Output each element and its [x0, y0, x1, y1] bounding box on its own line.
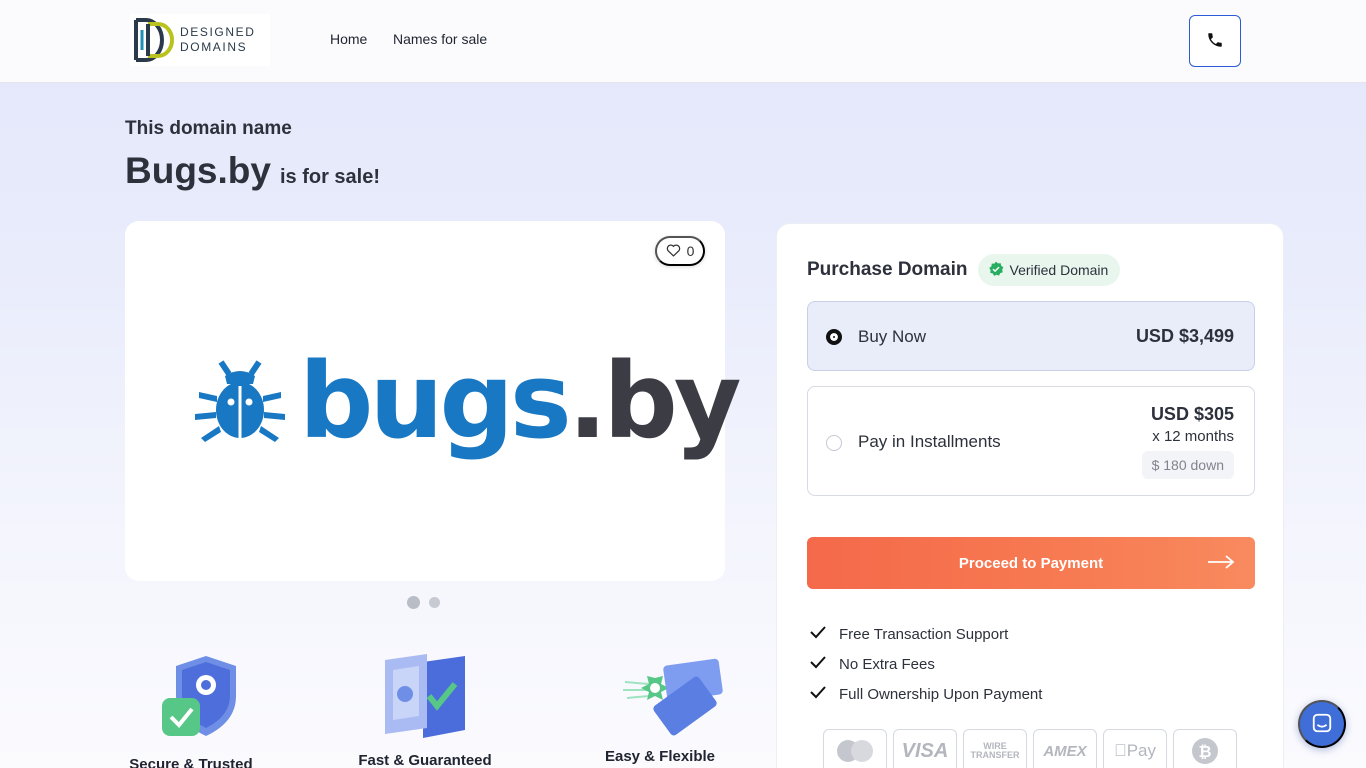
apple-pay-icon: Pay: [1103, 729, 1167, 768]
buy-now-label: Buy Now: [858, 327, 927, 346]
domain-name: Bugs.by: [125, 150, 271, 191]
option-installments[interactable]: Pay in Installments USD $305 x 12 months…: [807, 386, 1255, 496]
carousel-dot-active[interactable]: [407, 596, 420, 609]
buy-now-price: USD $3,499: [1135, 326, 1234, 346]
bug-icon: [195, 354, 285, 448]
checkmark-icon: [809, 625, 827, 643]
feature-easy: Easy & Flexible: [570, 652, 750, 765]
installments-label: Pay in Installments: [858, 432, 1001, 451]
purchase-title: Purchase Domain: [807, 259, 968, 280]
installments-down-payment: $ 180 down: [1141, 451, 1234, 479]
phone-icon: [1206, 31, 1224, 52]
nav-names-for-sale-link[interactable]: Names for sale: [393, 31, 487, 47]
mastercard-icon: [823, 729, 887, 768]
benefit-item: Free Transaction Support: [809, 619, 1042, 649]
purchase-header: Purchase Domain Verified Domain: [807, 254, 1121, 286]
feature-label: Fast & Guaranteed: [358, 752, 492, 768]
feature-label: Easy & Flexible: [604, 748, 716, 765]
proceed-to-payment-button[interactable]: Proceed to Payment: [807, 537, 1255, 589]
domain-title: Bugs.by is for sale!: [125, 150, 380, 192]
site-logo[interactable]: DESIGNED DOMAINS: [130, 14, 270, 66]
logo-mark-icon: [130, 14, 176, 66]
chat-icon: [1311, 712, 1333, 737]
installments-radio[interactable]: [826, 435, 842, 451]
carousel-dot[interactable]: [429, 597, 440, 608]
verified-check-icon: [988, 261, 1004, 280]
phone-button[interactable]: [1189, 15, 1241, 67]
payment-methods: VISA WIRETRANSFER AMEX Pay ₿: [823, 729, 1237, 768]
option-buy-now[interactable]: Buy Now USD $3,499: [807, 301, 1255, 371]
svg-text:₿: ₿: [1198, 742, 1211, 761]
benefits-list: Free Transaction Support No Extra Fees F…: [809, 619, 1042, 709]
purchase-card: Purchase Domain Verified Domain Buy Now …: [776, 223, 1284, 768]
feature-fast: Fast & Guaranteed: [335, 650, 515, 768]
installments-price: USD $305: [1150, 404, 1234, 424]
carousel-dots: [407, 596, 440, 609]
heart-icon: [666, 243, 681, 260]
nav-home-link[interactable]: Home: [330, 31, 367, 47]
brand-wordmark: bugs.by: [299, 340, 742, 462]
chat-launcher-button[interactable]: [1298, 700, 1346, 748]
verified-badge: Verified Domain: [977, 254, 1121, 286]
hero-eyebrow: This domain name: [125, 118, 292, 139]
logo-text: DESIGNED DOMAINS: [180, 25, 256, 54]
for-sale-text: is for sale!: [279, 166, 381, 188]
like-count: 0: [686, 243, 695, 259]
benefit-item: Full Ownership Upon Payment: [809, 679, 1042, 709]
brand-logo: bugs.by: [195, 340, 742, 462]
arrow-right-icon: [1207, 554, 1235, 574]
visa-icon: VISA: [893, 729, 957, 768]
feature-secure: Secure & Trusted: [101, 652, 281, 768]
checkmark-icon: [809, 685, 827, 703]
like-button[interactable]: 0: [655, 236, 705, 266]
buy-now-radio[interactable]: [826, 329, 842, 345]
wire-transfer-icon: WIRE TRANSFER: [963, 729, 1027, 768]
amex-icon: AMEX: [1033, 729, 1097, 768]
shield-check-icon: [136, 652, 246, 748]
checkmark-icon: [809, 655, 827, 673]
site-header: DESIGNED DOMAINS Home Names for sale: [0, 0, 1366, 83]
bitcoin-icon: ₿: [1173, 729, 1237, 768]
installments-months: x 12 months: [1152, 428, 1234, 445]
cards-icon: [595, 652, 725, 742]
benefit-item: No Extra Fees: [809, 649, 1042, 679]
domain-image-card: 0 bugs.by: [125, 221, 742, 581]
documents-check-icon: [375, 650, 475, 742]
feature-label: Secure & Trusted: [129, 756, 253, 768]
